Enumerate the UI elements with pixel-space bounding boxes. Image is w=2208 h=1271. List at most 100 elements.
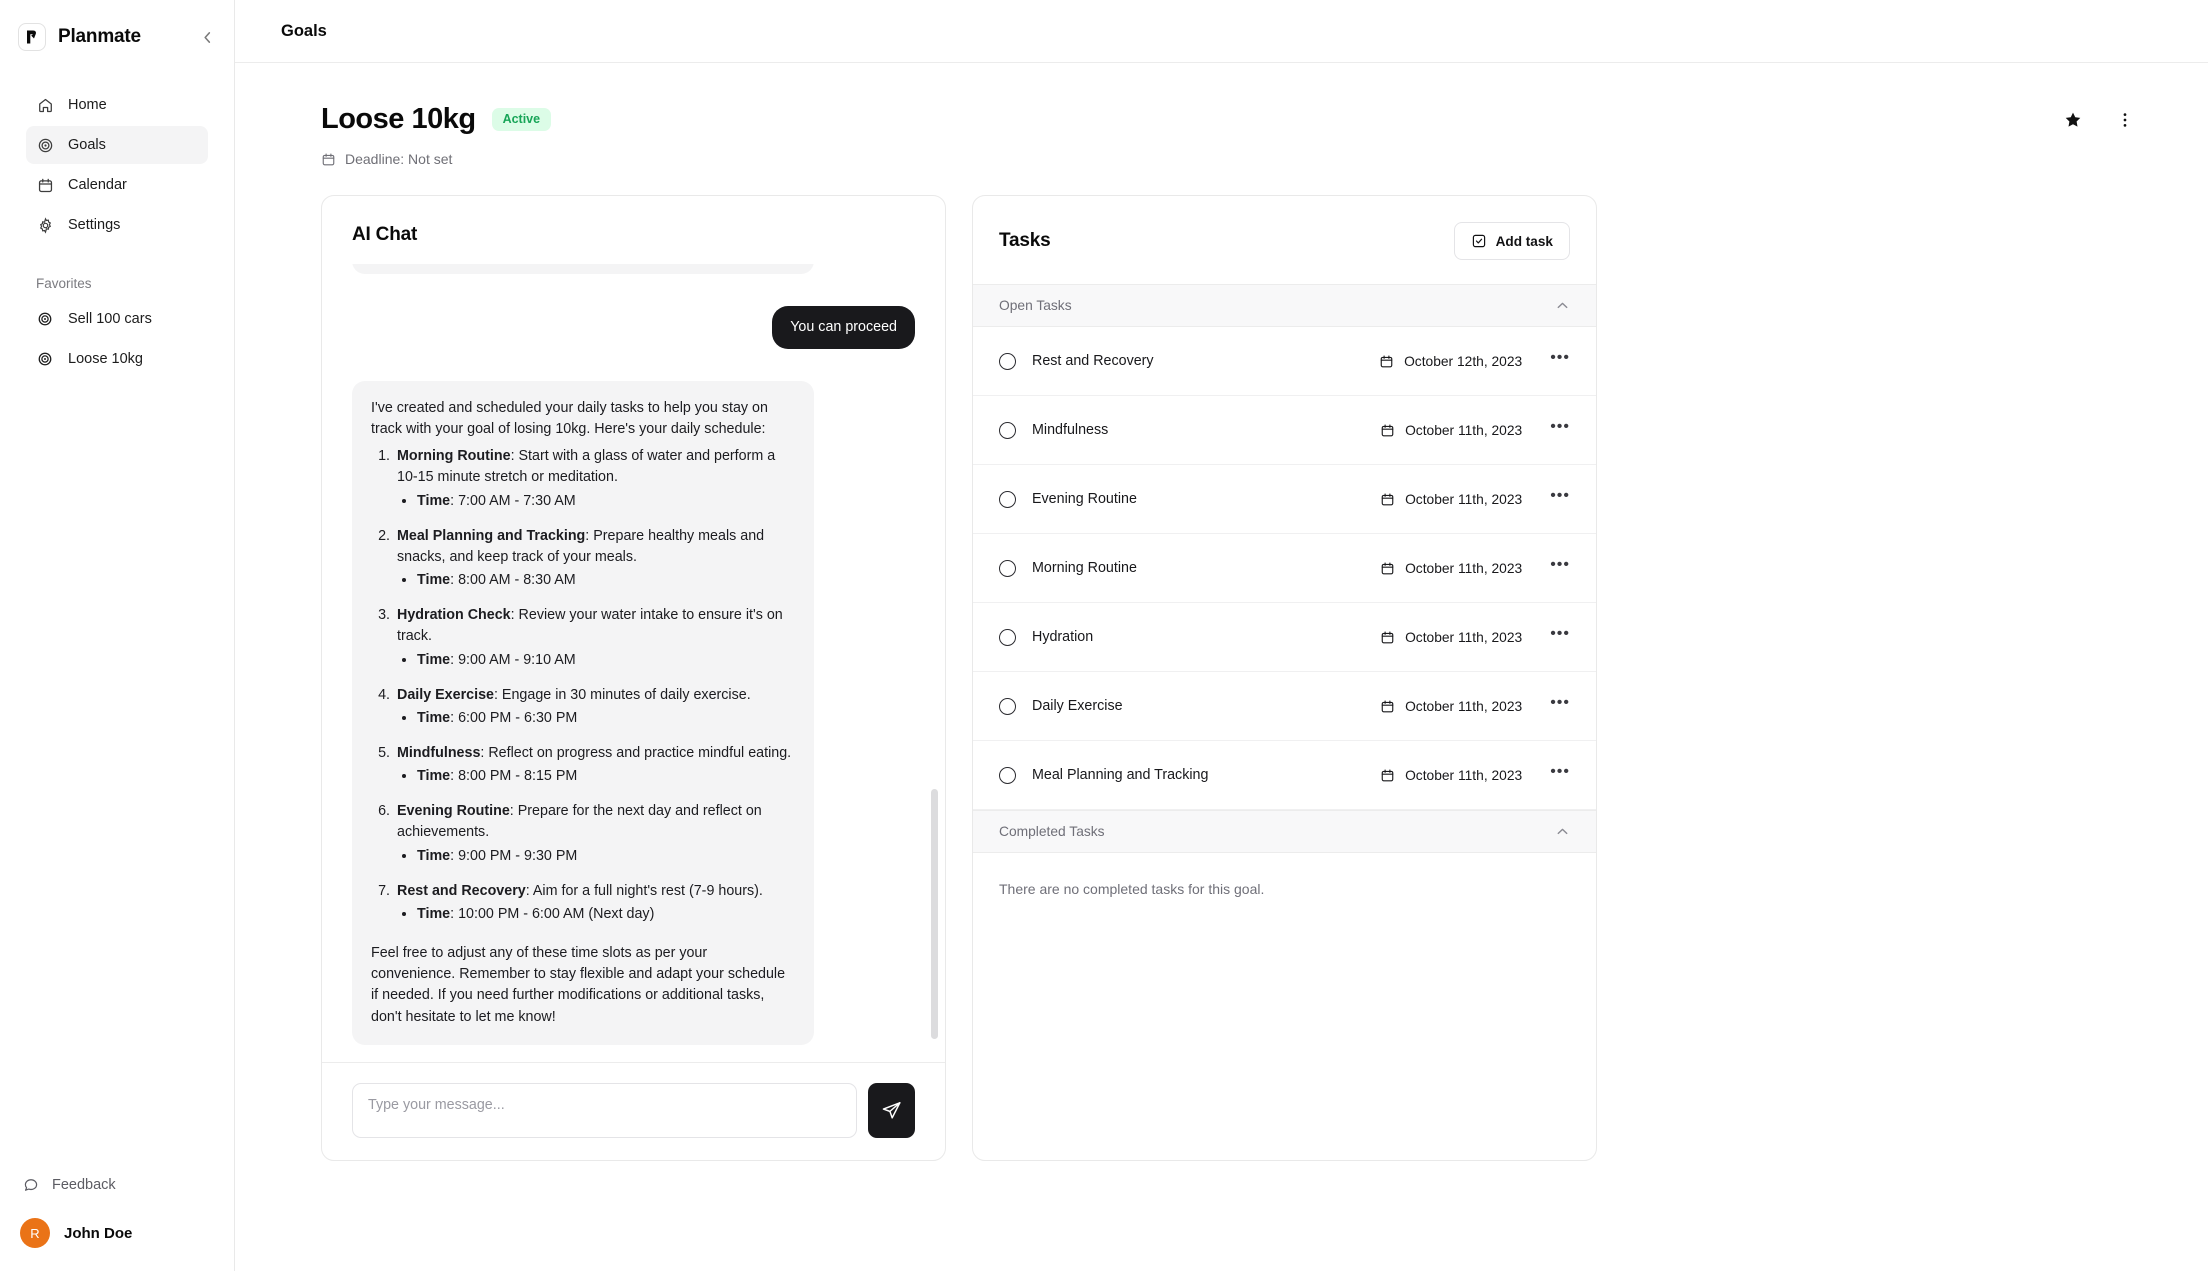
- favorite-star-button[interactable]: [2058, 105, 2088, 135]
- open-tasks-list: Rest and Recovery October 12th, 2023 •••: [973, 327, 1596, 810]
- task-name: Hydration: [1032, 629, 1094, 645]
- main-area: Goals Loose 10kg Active Deadline: Not se…: [235, 0, 2208, 1271]
- schedule-item-time: Time: 6:00 PM - 6:30 PM: [417, 708, 795, 729]
- time-value: : 8:00 PM - 8:15 PM: [450, 768, 578, 785]
- schedule-item-time: Time: 7:00 AM - 7:30 AM: [417, 491, 795, 512]
- schedule-item-time-list: Time: 9:00 AM - 9:10 AM: [397, 650, 795, 671]
- task-due-date: October 11th, 2023: [1380, 768, 1522, 783]
- sidebar-favorite-sell-100-cars[interactable]: Sell 100 cars: [26, 301, 208, 337]
- task-name: Morning Routine: [1032, 560, 1137, 576]
- table-row[interactable]: Evening Routine October 11th, 2023 •••: [973, 465, 1596, 534]
- chat-message-assistant-2: I've created and scheduled your daily ta…: [352, 380, 915, 1045]
- time-value: : 6:00 PM - 6:30 PM: [450, 709, 578, 726]
- task-due-date: October 11th, 2023: [1380, 423, 1522, 438]
- calendar-icon: [1380, 492, 1395, 507]
- send-message-button[interactable]: [868, 1083, 915, 1138]
- schedule-item-desc: : Aim for a full night's rest (7-9 hours…: [525, 882, 763, 899]
- table-row[interactable]: Hydration October 11th, 2023 •••: [973, 603, 1596, 672]
- collapse-sidebar-button[interactable]: [194, 24, 220, 50]
- content-area: Loose 10kg Active Deadline: Not set AI C…: [235, 63, 2208, 1271]
- task-more-menu-button[interactable]: •••: [1550, 764, 1570, 786]
- schedule-item-name: Evening Routine: [397, 803, 510, 820]
- schedule-item-time-list: Time: 9:00 PM - 9:30 PM: [397, 846, 795, 867]
- add-task-label: Add task: [1495, 233, 1553, 249]
- schedule-item-time-list: Time: 7:00 AM - 7:30 AM: [397, 491, 795, 512]
- task-checkbox[interactable]: [999, 766, 1016, 784]
- sidebar-item-home[interactable]: Home: [26, 86, 208, 124]
- table-row[interactable]: Rest and Recovery October 12th, 2023 •••: [973, 327, 1596, 396]
- schedule-list: Morning Routine: Start with a glass of w…: [371, 446, 795, 925]
- page-title: Loose 10kg: [321, 103, 476, 135]
- gear-icon: [36, 216, 55, 235]
- task-row-right: October 12th, 2023 •••: [1379, 350, 1570, 372]
- task-more-menu-button[interactable]: •••: [1550, 350, 1570, 372]
- table-row[interactable]: Daily Exercise October 11th, 2023 •••: [973, 672, 1596, 741]
- table-row[interactable]: Mindfulness October 11th, 2023 •••: [973, 396, 1596, 465]
- sidebar-item-label-settings: Settings: [68, 217, 121, 233]
- sidebar-item-calendar[interactable]: Calendar: [26, 166, 208, 204]
- task-checkbox[interactable]: [999, 352, 1016, 370]
- task-more-menu-button[interactable]: •••: [1550, 419, 1570, 441]
- target-icon: [36, 311, 53, 328]
- message-input[interactable]: [352, 1083, 857, 1138]
- time-label: Time: [417, 847, 451, 864]
- breadcrumb: Goals: [281, 21, 327, 40]
- sidebar-item-goals[interactable]: Goals: [26, 126, 208, 164]
- task-due-date: October 11th, 2023: [1380, 630, 1522, 645]
- schedule-intro: I've created and scheduled your daily ta…: [371, 399, 768, 438]
- completed-tasks-empty-message: There are no completed tasks for this go…: [999, 881, 1265, 897]
- task-checkbox[interactable]: [999, 628, 1016, 646]
- completed-tasks-section-header[interactable]: Completed Tasks: [973, 810, 1596, 853]
- task-more-menu-button[interactable]: •••: [1550, 557, 1570, 579]
- main-nav: Home Goals Calendar Settings: [14, 86, 220, 244]
- open-tasks-section-header[interactable]: Open Tasks: [973, 284, 1596, 327]
- chat-title: AI Chat: [352, 224, 418, 245]
- chat-bubble-icon: [22, 1177, 39, 1194]
- schedule-item: Evening Routine: Prepare for the next da…: [394, 801, 795, 866]
- time-label: Time: [417, 709, 451, 726]
- calendar-icon: [1380, 423, 1395, 438]
- task-more-menu-button[interactable]: •••: [1550, 488, 1570, 510]
- calendar-icon: [1380, 630, 1395, 645]
- task-due-date: October 11th, 2023: [1380, 492, 1522, 507]
- task-checkbox[interactable]: [999, 697, 1016, 715]
- schedule-item: Rest and Recovery: Aim for a full night'…: [394, 881, 795, 925]
- time-label: Time: [417, 492, 451, 509]
- task-checkbox[interactable]: [999, 421, 1016, 439]
- schedule-item-name: Mindfulness: [397, 744, 481, 761]
- user-profile-row[interactable]: R John Doe: [12, 1211, 222, 1255]
- goal-more-menu-button[interactable]: [2110, 105, 2140, 135]
- chat-message-list[interactable]: schedule daily tasks based on the sugges…: [322, 264, 945, 1062]
- task-date-text: October 12th, 2023: [1404, 353, 1523, 369]
- favorites-heading: Favorites: [36, 276, 92, 291]
- feedback-button[interactable]: Feedback: [12, 1167, 222, 1203]
- task-due-date: October 12th, 2023: [1379, 354, 1522, 369]
- task-name: Daily Exercise: [1032, 698, 1123, 714]
- add-task-button[interactable]: Add task: [1453, 222, 1570, 260]
- target-icon: [36, 136, 55, 155]
- open-tasks-label: Open Tasks: [999, 298, 1072, 313]
- sidebar-item-settings[interactable]: Settings: [26, 206, 208, 244]
- task-more-menu-button[interactable]: •••: [1550, 626, 1570, 648]
- task-more-menu-button[interactable]: •••: [1550, 695, 1570, 717]
- chat-scrollbar[interactable]: [931, 264, 938, 1062]
- table-row[interactable]: Morning Routine October 11th, 2023 •••: [973, 534, 1596, 603]
- completed-tasks-label: Completed Tasks: [999, 824, 1105, 839]
- sidebar-favorite-loose-10kg[interactable]: Loose 10kg: [26, 341, 208, 377]
- task-name: Rest and Recovery: [1032, 353, 1154, 369]
- task-row-right: October 11th, 2023 •••: [1380, 419, 1570, 441]
- schedule-item-desc: : Reflect on progress and practice mindf…: [480, 744, 792, 761]
- user-name: John Doe: [64, 1224, 133, 1242]
- goal-header: Loose 10kg Active Deadline: Not set: [281, 63, 2162, 167]
- task-checkbox[interactable]: [999, 559, 1016, 577]
- time-value: : 9:00 AM - 9:10 AM: [450, 651, 576, 668]
- task-due-date: October 11th, 2023: [1380, 561, 1522, 576]
- schedule-closing: Feel free to adjust any of these time sl…: [371, 945, 786, 1025]
- chat-scrollbar-thumb[interactable]: [931, 789, 938, 1039]
- table-row[interactable]: Meal Planning and Tracking October 11th,…: [973, 741, 1596, 810]
- task-checkbox[interactable]: [999, 490, 1016, 508]
- time-label: Time: [417, 572, 451, 589]
- task-name: Meal Planning and Tracking: [1032, 767, 1209, 783]
- schedule-item-name: Hydration Check: [397, 607, 511, 624]
- sidebar-item-label-goals: Goals: [68, 137, 106, 153]
